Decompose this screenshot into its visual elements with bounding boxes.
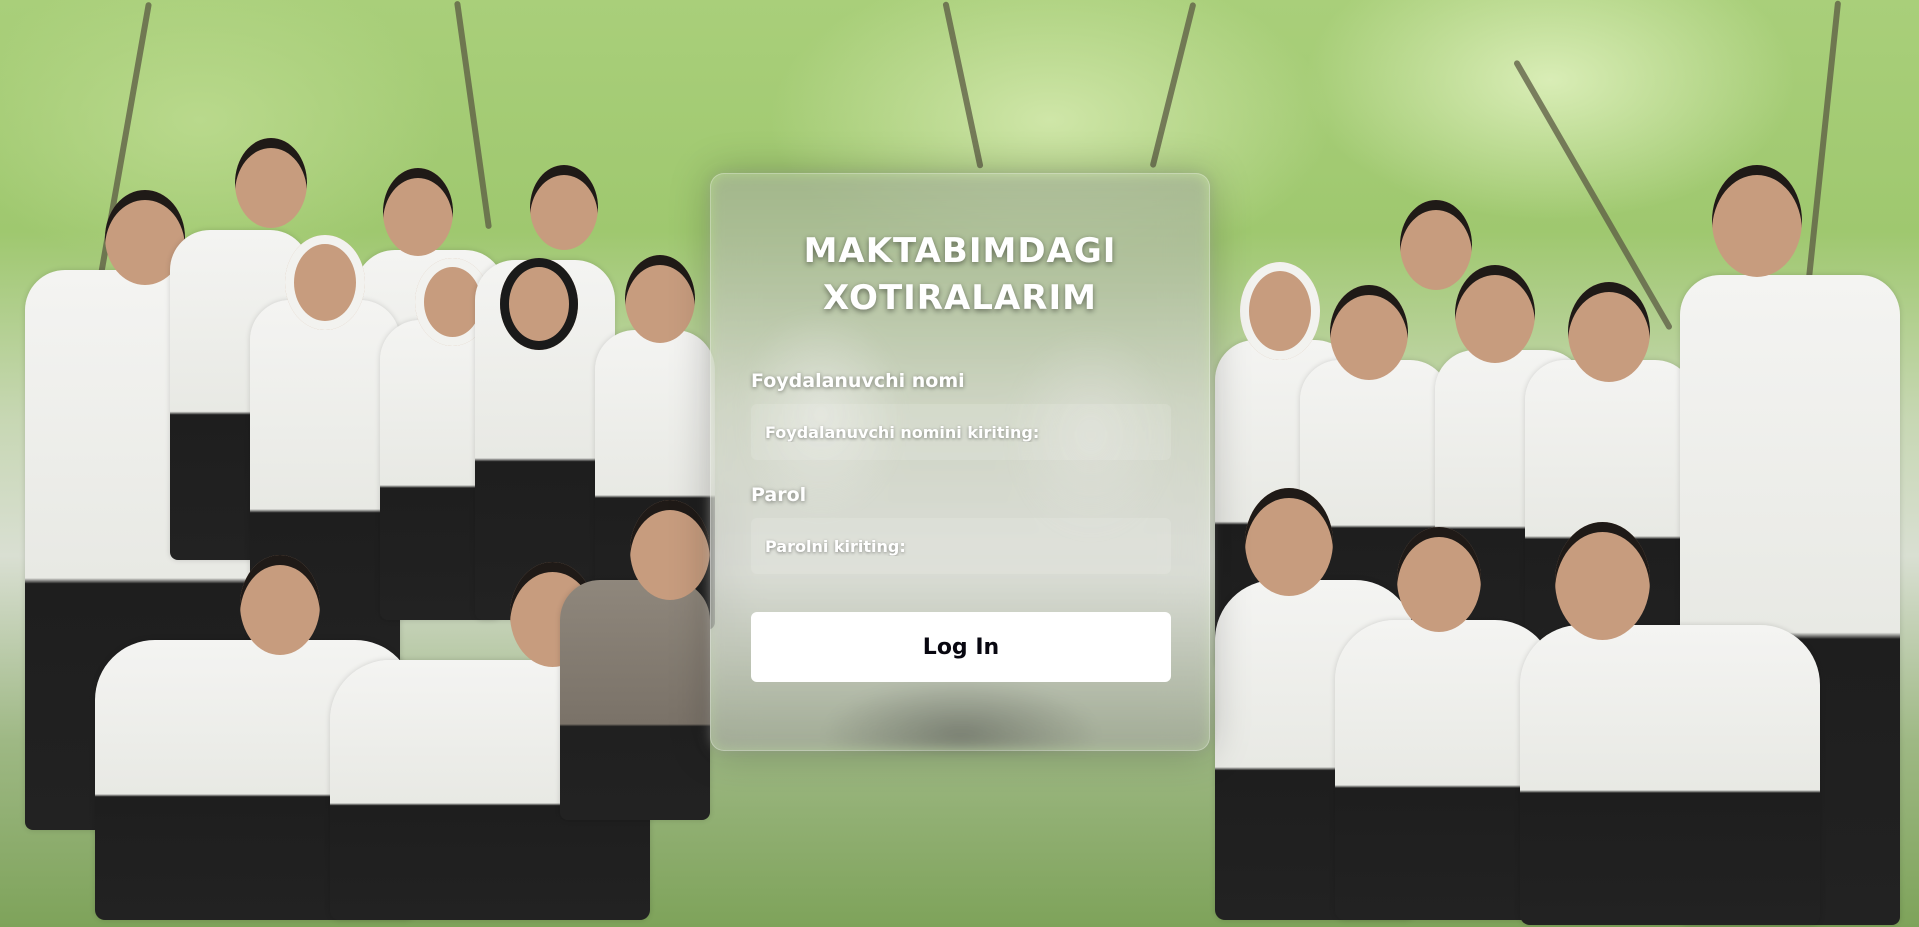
- tree-trunk: [1149, 1, 1197, 169]
- title-line-2: XOTIRALARIM: [823, 278, 1097, 318]
- person-head: [500, 258, 578, 350]
- person-head: [530, 165, 598, 250]
- person-head: [1240, 262, 1320, 360]
- password-label: Parol: [751, 484, 807, 506]
- person-head: [625, 255, 695, 343]
- person-head: [285, 235, 365, 330]
- person-head: [240, 555, 320, 655]
- tree-trunk: [942, 1, 984, 169]
- person-head: [235, 138, 307, 228]
- username-input[interactable]: [751, 404, 1171, 460]
- page-title: MAKTABIMDAGI XOTIRALARIM: [751, 228, 1169, 322]
- username-label: Foydalanuvchi nomi: [751, 370, 965, 392]
- person-head: [1568, 282, 1650, 382]
- person-head: [630, 500, 710, 600]
- tree-trunk: [1804, 0, 1842, 290]
- person-head: [1245, 488, 1333, 596]
- person-figure: [1520, 625, 1820, 925]
- person-head: [1397, 527, 1481, 632]
- person-head: [1712, 165, 1802, 277]
- person-head: [383, 168, 453, 256]
- login-card: MAKTABIMDAGI XOTIRALARIM Foydalanuvchi n…: [710, 173, 1210, 751]
- title-line-1: MAKTABIMDAGI: [803, 231, 1117, 271]
- person-figure: [560, 580, 710, 820]
- tree-trunk: [454, 0, 492, 230]
- person-head: [1400, 200, 1472, 290]
- person-head: [1555, 522, 1650, 640]
- person-head: [1455, 265, 1535, 363]
- login-button[interactable]: Log In: [751, 612, 1171, 682]
- person-head: [1330, 285, 1408, 380]
- password-input[interactable]: [751, 518, 1171, 574]
